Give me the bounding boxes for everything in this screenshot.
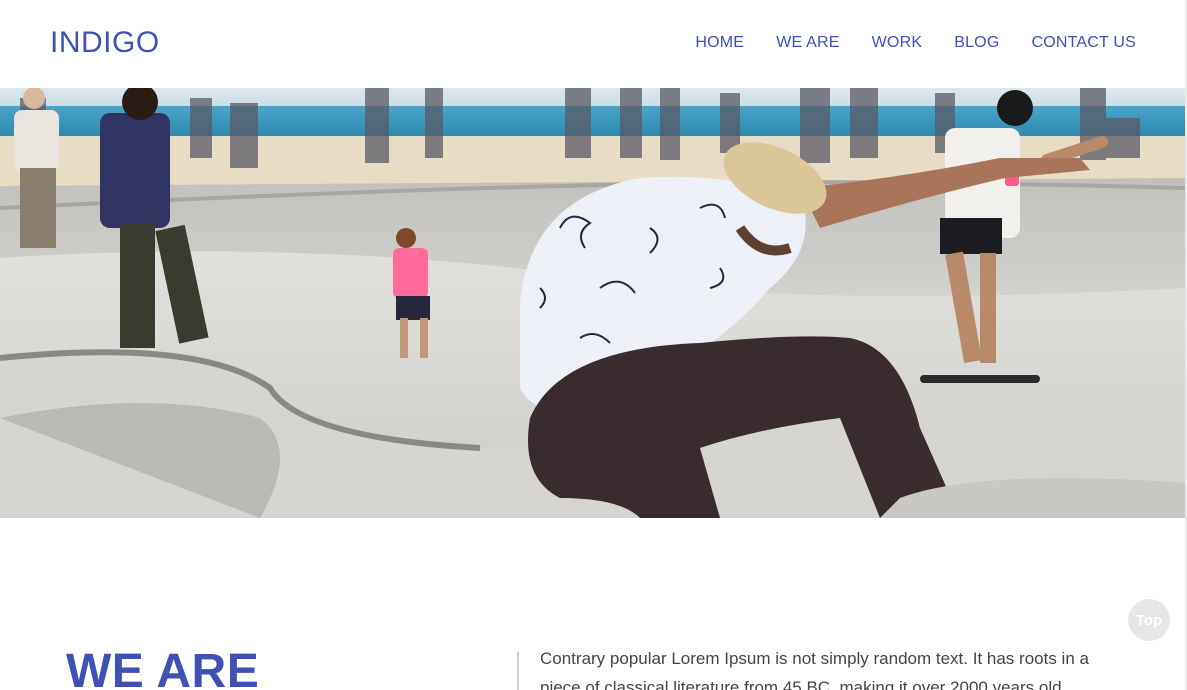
nav-home[interactable]: HOME bbox=[695, 34, 744, 52]
nav-we-are[interactable]: WE ARE bbox=[776, 34, 839, 52]
nav-contact-us[interactable]: CONTACT US bbox=[1031, 34, 1136, 52]
main-nav: HOME WE ARE WORK BLOG CONTACT US bbox=[695, 34, 1136, 52]
hero-image bbox=[0, 88, 1187, 518]
nav-work[interactable]: WORK bbox=[872, 34, 923, 52]
skatepark-photo bbox=[0, 88, 1187, 518]
nav-blog[interactable]: BLOG bbox=[954, 34, 999, 52]
site-logo[interactable]: INDIGO bbox=[50, 26, 160, 60]
about-paragraph: Contrary popular Lorem Ipsum is not simp… bbox=[540, 649, 1089, 690]
section-divider bbox=[517, 652, 519, 690]
site-header: INDIGO HOME WE ARE WORK BLOG CONTACT US bbox=[0, 0, 1187, 88]
back-to-top-button[interactable]: Top bbox=[1128, 599, 1170, 641]
section-title-we-are: WE ARE bbox=[66, 645, 260, 690]
